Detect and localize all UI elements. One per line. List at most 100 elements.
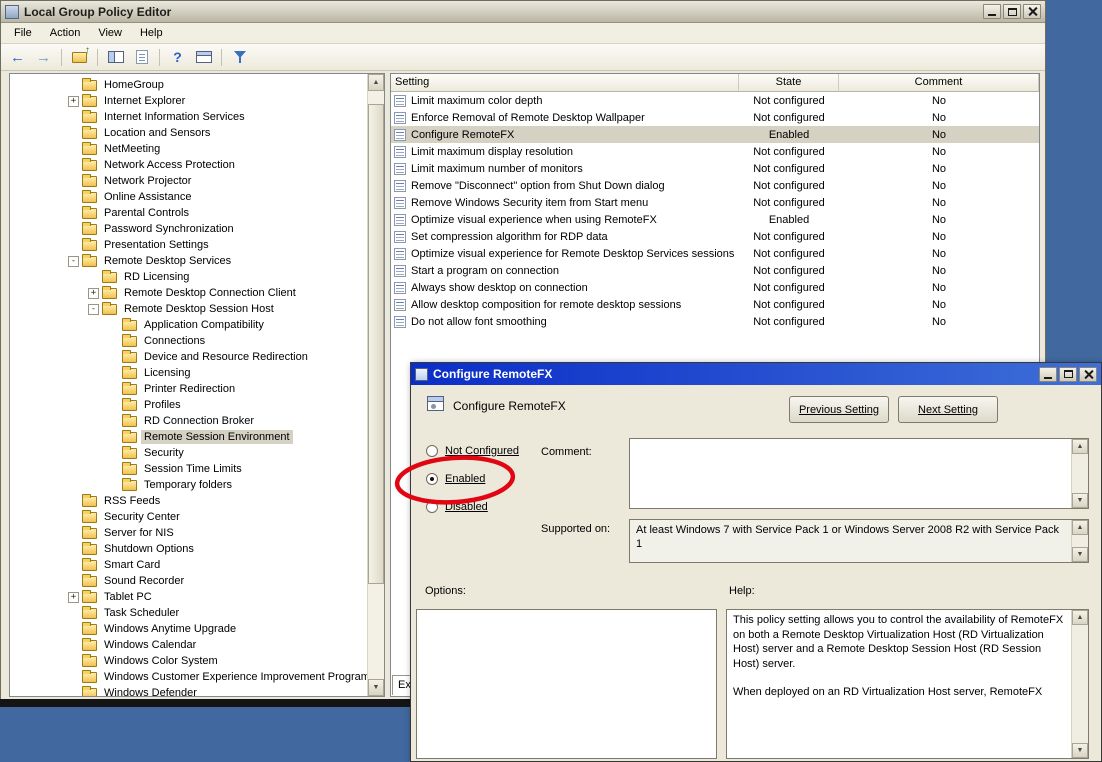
menu-help[interactable]: Help bbox=[131, 24, 172, 42]
scroll-up-icon[interactable]: ▲ bbox=[1072, 520, 1088, 535]
comment-scrollbar[interactable]: ▲ ▼ bbox=[1071, 439, 1088, 508]
tree-item-tablet-pc[interactable]: +Tablet PC bbox=[10, 589, 367, 605]
tree-item-homegroup[interactable]: HomeGroup bbox=[10, 77, 367, 93]
tree-item-task-scheduler[interactable]: Task Scheduler bbox=[10, 605, 367, 621]
dialog-titlebar[interactable]: Configure RemoteFX bbox=[411, 363, 1101, 385]
tree-item-printer-redirection[interactable]: Printer Redirection bbox=[10, 381, 367, 397]
setting-row[interactable]: Limit maximum number of monitorsNot conf… bbox=[391, 160, 1039, 177]
collapse-icon[interactable]: - bbox=[68, 256, 79, 267]
setting-row[interactable]: Remove "Disconnect" option from Shut Dow… bbox=[391, 177, 1039, 194]
scrollbar-thumb[interactable] bbox=[368, 104, 384, 584]
tree-item-network-projector[interactable]: Network Projector bbox=[10, 173, 367, 189]
tree-item-presentation-settings[interactable]: Presentation Settings bbox=[10, 237, 367, 253]
tree-item-rss-feeds[interactable]: RSS Feeds bbox=[10, 493, 367, 509]
tree-item-netmeeting[interactable]: NetMeeting bbox=[10, 141, 367, 157]
tree-item-online-assistance[interactable]: Online Assistance bbox=[10, 189, 367, 205]
dialog-close-icon[interactable] bbox=[1079, 367, 1097, 382]
tree-item-windows-calendar[interactable]: Windows Calendar bbox=[10, 637, 367, 653]
help-icon[interactable] bbox=[166, 47, 189, 68]
scroll-up-icon[interactable]: ▲ bbox=[1072, 439, 1088, 454]
menu-action[interactable]: Action bbox=[41, 24, 90, 42]
tree-item-rd-licensing[interactable]: RD Licensing bbox=[10, 269, 367, 285]
setting-row[interactable]: Optimize visual experience for Remote De… bbox=[391, 245, 1039, 262]
setting-row[interactable]: Remove Windows Security item from Start … bbox=[391, 194, 1039, 211]
setting-row[interactable]: Configure RemoteFXEnabledNo bbox=[391, 126, 1039, 143]
menu-view[interactable]: View bbox=[89, 24, 131, 42]
menu-file[interactable]: File bbox=[5, 24, 41, 42]
setting-row[interactable]: Set compression algorithm for RDP dataNo… bbox=[391, 228, 1039, 245]
column-header-state[interactable]: State bbox=[739, 74, 839, 92]
setting-row[interactable]: Enforce Removal of Remote Desktop Wallpa… bbox=[391, 109, 1039, 126]
tree-item-remote-desktop-services[interactable]: -Remote Desktop Services bbox=[10, 253, 367, 269]
close-icon[interactable] bbox=[1023, 4, 1041, 19]
dialog-minimize-icon[interactable] bbox=[1039, 367, 1057, 382]
collapse-icon[interactable]: - bbox=[88, 304, 99, 315]
setting-row[interactable]: Limit maximum color depthNot configuredN… bbox=[391, 92, 1039, 109]
tree-item-label: Windows Calendar bbox=[101, 638, 199, 652]
tree-item-windows-anytime-upgrade[interactable]: Windows Anytime Upgrade bbox=[10, 621, 367, 637]
dialog-maximize-icon[interactable] bbox=[1059, 367, 1077, 382]
console-tree-icon[interactable] bbox=[104, 47, 127, 68]
tree-item-internet-explorer[interactable]: +Internet Explorer bbox=[10, 93, 367, 109]
tree-item-network-access-protection[interactable]: Network Access Protection bbox=[10, 157, 367, 173]
action-pane-icon[interactable] bbox=[192, 47, 215, 68]
filter-icon[interactable] bbox=[228, 47, 251, 68]
tree-item-windows-defender[interactable]: Windows Defender bbox=[10, 685, 367, 696]
expand-icon[interactable]: + bbox=[68, 96, 79, 107]
export-list-icon[interactable] bbox=[130, 47, 153, 68]
setting-row[interactable]: Do not allow font smoothingNot configure… bbox=[391, 313, 1039, 330]
tree-item-profiles[interactable]: Profiles bbox=[10, 397, 367, 413]
tree-item-server-for-nis[interactable]: Server for NIS bbox=[10, 525, 367, 541]
tree-item-sound-recorder[interactable]: Sound Recorder bbox=[10, 573, 367, 589]
tree-item-session-time-limits[interactable]: Session Time Limits bbox=[10, 461, 367, 477]
column-header-comment[interactable]: Comment bbox=[839, 74, 1039, 92]
scroll-down-icon[interactable]: ▼ bbox=[368, 679, 384, 696]
setting-row[interactable]: Always show desktop on connectionNot con… bbox=[391, 279, 1039, 296]
scroll-up-icon[interactable]: ▲ bbox=[368, 74, 384, 91]
column-header-setting[interactable]: Setting bbox=[391, 74, 739, 92]
scroll-up-icon[interactable]: ▲ bbox=[1072, 610, 1088, 625]
tree-item-shutdown-options[interactable]: Shutdown Options bbox=[10, 541, 367, 557]
tree-item-remote-desktop-session-host[interactable]: -Remote Desktop Session Host bbox=[10, 301, 367, 317]
tree-item-application-compatibility[interactable]: Application Compatibility bbox=[10, 317, 367, 333]
tree-item-password-synchronization[interactable]: Password Synchronization bbox=[10, 221, 367, 237]
expand-icon[interactable]: + bbox=[68, 592, 79, 603]
expand-icon[interactable]: + bbox=[88, 288, 99, 299]
tree-item-device-and-resource-redirection[interactable]: Device and Resource Redirection bbox=[10, 349, 367, 365]
comment-textarea[interactable]: ▲ ▼ bbox=[629, 438, 1089, 509]
window-titlebar[interactable]: Local Group Policy Editor bbox=[1, 1, 1045, 23]
tree-item-licensing[interactable]: Licensing bbox=[10, 365, 367, 381]
maximize-icon[interactable] bbox=[1003, 4, 1021, 19]
tree-item-windows-customer-experience-improvement-program[interactable]: Windows Customer Experience Improvement … bbox=[10, 669, 367, 685]
tree-item-rd-connection-broker[interactable]: RD Connection Broker bbox=[10, 413, 367, 429]
tree-item-windows-color-system[interactable]: Windows Color System bbox=[10, 653, 367, 669]
tree-item-temporary-folders[interactable]: Temporary folders bbox=[10, 477, 367, 493]
tree-item-remote-desktop-connection-client[interactable]: +Remote Desktop Connection Client bbox=[10, 285, 367, 301]
tree-item-remote-session-environment[interactable]: Remote Session Environment bbox=[10, 429, 367, 445]
tree-item-location-and-sensors[interactable]: Location and Sensors bbox=[10, 125, 367, 141]
tree-item-parental-controls[interactable]: Parental Controls bbox=[10, 205, 367, 221]
setting-row[interactable]: Start a program on connectionNot configu… bbox=[391, 262, 1039, 279]
minimize-icon[interactable] bbox=[983, 4, 1001, 19]
tree-item-security[interactable]: Security bbox=[10, 445, 367, 461]
tree-item-connections[interactable]: Connections bbox=[10, 333, 367, 349]
tree-item-internet-information-services[interactable]: Internet Information Services bbox=[10, 109, 367, 125]
setting-row[interactable]: Limit maximum display resolutionNot conf… bbox=[391, 143, 1039, 160]
supported-scrollbar[interactable]: ▲ ▼ bbox=[1071, 520, 1088, 562]
previous-setting-button[interactable]: Previous Setting bbox=[789, 396, 889, 423]
setting-row[interactable]: Optimize visual experience when using Re… bbox=[391, 211, 1039, 228]
scroll-down-icon[interactable]: ▼ bbox=[1072, 547, 1088, 562]
forward-icon[interactable] bbox=[32, 47, 55, 68]
tree-item-label: Session Time Limits bbox=[141, 462, 245, 476]
next-setting-button[interactable]: Next Setting bbox=[898, 396, 998, 423]
scroll-down-icon[interactable]: ▼ bbox=[1072, 743, 1088, 758]
setting-row[interactable]: Allow desktop composition for remote des… bbox=[391, 296, 1039, 313]
tree-scrollbar[interactable]: ▲ ▼ bbox=[367, 74, 384, 696]
tree-item-security-center[interactable]: Security Center bbox=[10, 509, 367, 525]
up-level-icon[interactable] bbox=[68, 47, 91, 68]
folder-icon bbox=[82, 688, 97, 697]
help-scrollbar[interactable]: ▲ ▼ bbox=[1071, 610, 1088, 758]
scroll-down-icon[interactable]: ▼ bbox=[1072, 493, 1088, 508]
back-icon[interactable] bbox=[6, 47, 29, 68]
tree-item-smart-card[interactable]: Smart Card bbox=[10, 557, 367, 573]
